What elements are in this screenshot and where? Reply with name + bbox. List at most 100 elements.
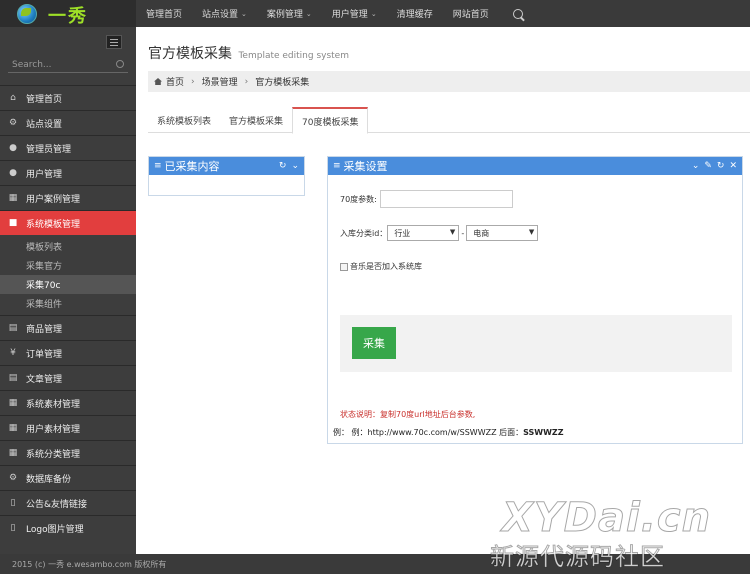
sidebar-item-label: 管理首页 — [26, 94, 63, 105]
sidebar-search-input[interactable]: Search... — [8, 57, 128, 73]
sidebar-item-label: 系统模板管理 — [26, 219, 81, 230]
breadcrumb-scene[interactable]: 场景管理 — [202, 75, 238, 88]
chevron-down-icon: ⌄ — [305, 9, 312, 18]
tab-system-templates[interactable]: 系统模板列表 — [148, 107, 220, 133]
sidebar-item-label: 用户管理 — [26, 169, 63, 180]
topnav-item-label: 用户管理 — [331, 10, 368, 20]
topnav-item-label: 案例管理 — [266, 10, 303, 20]
topnav-item[interactable]: 用户管理 ⌄ — [322, 0, 387, 27]
music-checkbox[interactable] — [340, 262, 348, 271]
sidebar-item[interactable]: ▦ 用户素材管理 — [0, 415, 136, 440]
category-select-1-value: 行业 — [394, 228, 411, 238]
collect-button[interactable]: 采集 — [352, 327, 396, 359]
sidebar-item[interactable]: ▤ 文章管理 — [0, 365, 136, 390]
watermark-line2: 新源代源码社区 — [490, 543, 665, 572]
collected-content-header: ≡ 已采集内容 ↻ ⌄ — [149, 157, 304, 175]
sidebar-item[interactable]: ▦ 系统素材管理 — [0, 390, 136, 415]
refresh-icon[interactable]: ↻ — [279, 161, 287, 171]
breadcrumb: 首页 › 场景管理 › 官方模板采集 — [148, 71, 750, 92]
topnav-item-label: 网站首页 — [452, 10, 489, 20]
sidebar-item-label: 文章管理 — [26, 374, 63, 385]
sidebar-item-label: 系统素材管理 — [26, 399, 81, 410]
action-panel: 采集 — [340, 315, 732, 372]
sidebar-item[interactable]: ▤ 商品管理 — [0, 315, 136, 340]
search-icon[interactable] — [116, 60, 124, 68]
list-icon: ▤ — [8, 323, 18, 333]
logo[interactable]: 一秀 — [0, 0, 136, 27]
chevron-down-icon: ⌄ — [241, 9, 247, 18]
sidebar-item-label: 订单管理 — [26, 349, 63, 360]
category-dash: - — [461, 228, 465, 238]
topnav-search-button[interactable] — [499, 0, 533, 27]
example-text: 例： 例：http://www.70c.com/w/SSWWZZ 后面：SSWW… — [333, 427, 564, 438]
topnav-item[interactable]: 清理缓存 — [387, 0, 443, 27]
chevron-down-icon[interactable]: ⌄ — [692, 161, 700, 171]
collected-content-title: 已采集内容 — [164, 160, 220, 173]
topnav-item[interactable]: 站点设置 ⌄ — [192, 0, 257, 27]
sidebar-menu: ⌂ 管理首页 ⚙ 站点设置 ● 管理员管理 ● 用户管理 ▦ 用户案例管理 ■ 系统模板管理 模板列表采… — [0, 85, 136, 540]
user-icon: ● — [9, 168, 17, 178]
logo-text: 一秀 — [48, 6, 88, 27]
sidebar-item[interactable]: ■ 系统模板管理 — [0, 210, 136, 235]
sidebar-item[interactable]: ⚙ 站点设置 — [0, 110, 136, 135]
sidebar-item[interactable]: ● 用户管理 — [0, 160, 136, 185]
breadcrumb-home[interactable]: 首页 — [166, 75, 184, 88]
th-icon: ▦ — [8, 423, 18, 433]
topnav-item[interactable]: 网站首页 — [443, 0, 499, 27]
sidebar-toggle-button[interactable] — [106, 35, 122, 49]
tab-official-collect[interactable]: 官方模板采集 — [220, 107, 292, 133]
briefcase-icon: ■ — [8, 218, 18, 228]
sidebar-item-label: Logo图片管理 — [26, 524, 84, 535]
sidebar-item[interactable]: ▯ 公告&友情链接 — [0, 490, 136, 515]
example-prefix: 例： 例：http://www.70c.com/w/SSWWZZ 后面： — [333, 428, 524, 437]
page-title-text: 官方模板采集 — [148, 46, 232, 62]
topnav-item-label: 管理首页 — [146, 10, 183, 20]
watermark-line1: XYDai.cn — [501, 495, 712, 542]
sidebar-item-label: 系统分类管理 — [26, 449, 81, 460]
collect-settings-box: ≡ 采集设置 ⌄ ✎ ↻ ✕ 70度参数: 入库分类id： 行业 ▼ - 电商 … — [327, 156, 743, 444]
wrench-icon[interactable]: ✎ — [704, 161, 712, 171]
close-icon[interactable]: ✕ — [729, 161, 737, 171]
sidebar-item-label: 站点设置 — [26, 119, 63, 130]
topnav-item[interactable]: 案例管理 ⌄ — [257, 0, 322, 27]
music-label: 音乐是否加入系统库 — [350, 262, 422, 271]
sidebar-subitem[interactable]: 采集官方 — [0, 256, 136, 275]
sidebar-search-placeholder: Search... — [12, 60, 52, 70]
home-icon — [154, 78, 162, 85]
sidebar-subitem[interactable]: 采集70c — [0, 275, 136, 294]
refresh-icon[interactable]: ↻ — [717, 161, 725, 171]
param-label: 70度参数: — [340, 194, 377, 204]
param-row: 70度参数: — [340, 190, 513, 208]
sidebar-subitem[interactable]: 模板列表 — [0, 237, 136, 256]
param-input[interactable] — [379, 190, 513, 208]
list-icon: ▤ — [8, 373, 18, 383]
tab-70c-collect[interactable]: 70度模板采集 — [292, 107, 369, 134]
sidebar-item[interactable]: ⚙ 数据库备份 — [0, 465, 136, 490]
cogs-icon: ⚙ — [8, 118, 18, 128]
page-title: 官方模板采集 Template editing system — [148, 43, 349, 63]
bookmark-icon: ▯ — [10, 498, 16, 508]
example-code: SSWWZZ — [523, 428, 564, 437]
collect-settings-header: ≡ 采集设置 ⌄ ✎ ↻ ✕ — [328, 157, 742, 175]
home-icon: ⌂ — [10, 93, 16, 103]
sidebar-item[interactable]: ⌂ 管理首页 — [0, 85, 136, 110]
topnav-item[interactable]: 管理首页 — [136, 0, 192, 27]
sidebar-subitem[interactable]: 采集组件 — [0, 294, 136, 313]
sidebar-item[interactable]: ▦ 系统分类管理 — [0, 440, 136, 465]
topnav-item-label: 站点设置 — [202, 10, 239, 20]
sidebar-item[interactable]: ▯ Logo图片管理 — [0, 515, 136, 540]
breadcrumb-current: 官方模板采集 — [255, 78, 310, 88]
tab-bar: 系统模板列表 官方模板采集 70度模板采集 — [148, 107, 750, 134]
chevron-right-icon: › — [191, 76, 195, 87]
top-nav: 管理首页 站点设置 ⌄ 案例管理 ⌄ 用户管理 ⌄ 清理缓存 网站首页 — [136, 0, 533, 27]
sidebar-item[interactable]: ¥ 订单管理 — [0, 340, 136, 365]
chevron-down-icon[interactable]: ⌄ — [291, 161, 299, 171]
page-subtitle: Template editing system — [238, 51, 349, 61]
sidebar-item-label: 商品管理 — [26, 324, 63, 335]
sidebar-item[interactable]: ● 管理员管理 — [0, 135, 136, 160]
sidebar-item-label: 公告&友情链接 — [26, 499, 88, 510]
dropdown-arrow-icon: ▼ — [449, 228, 456, 236]
category-select-1[interactable]: 行业 ▼ — [387, 225, 460, 241]
category-select-2[interactable]: 电商 ▼ — [466, 225, 539, 241]
sidebar-item[interactable]: ▦ 用户案例管理 — [0, 185, 136, 210]
